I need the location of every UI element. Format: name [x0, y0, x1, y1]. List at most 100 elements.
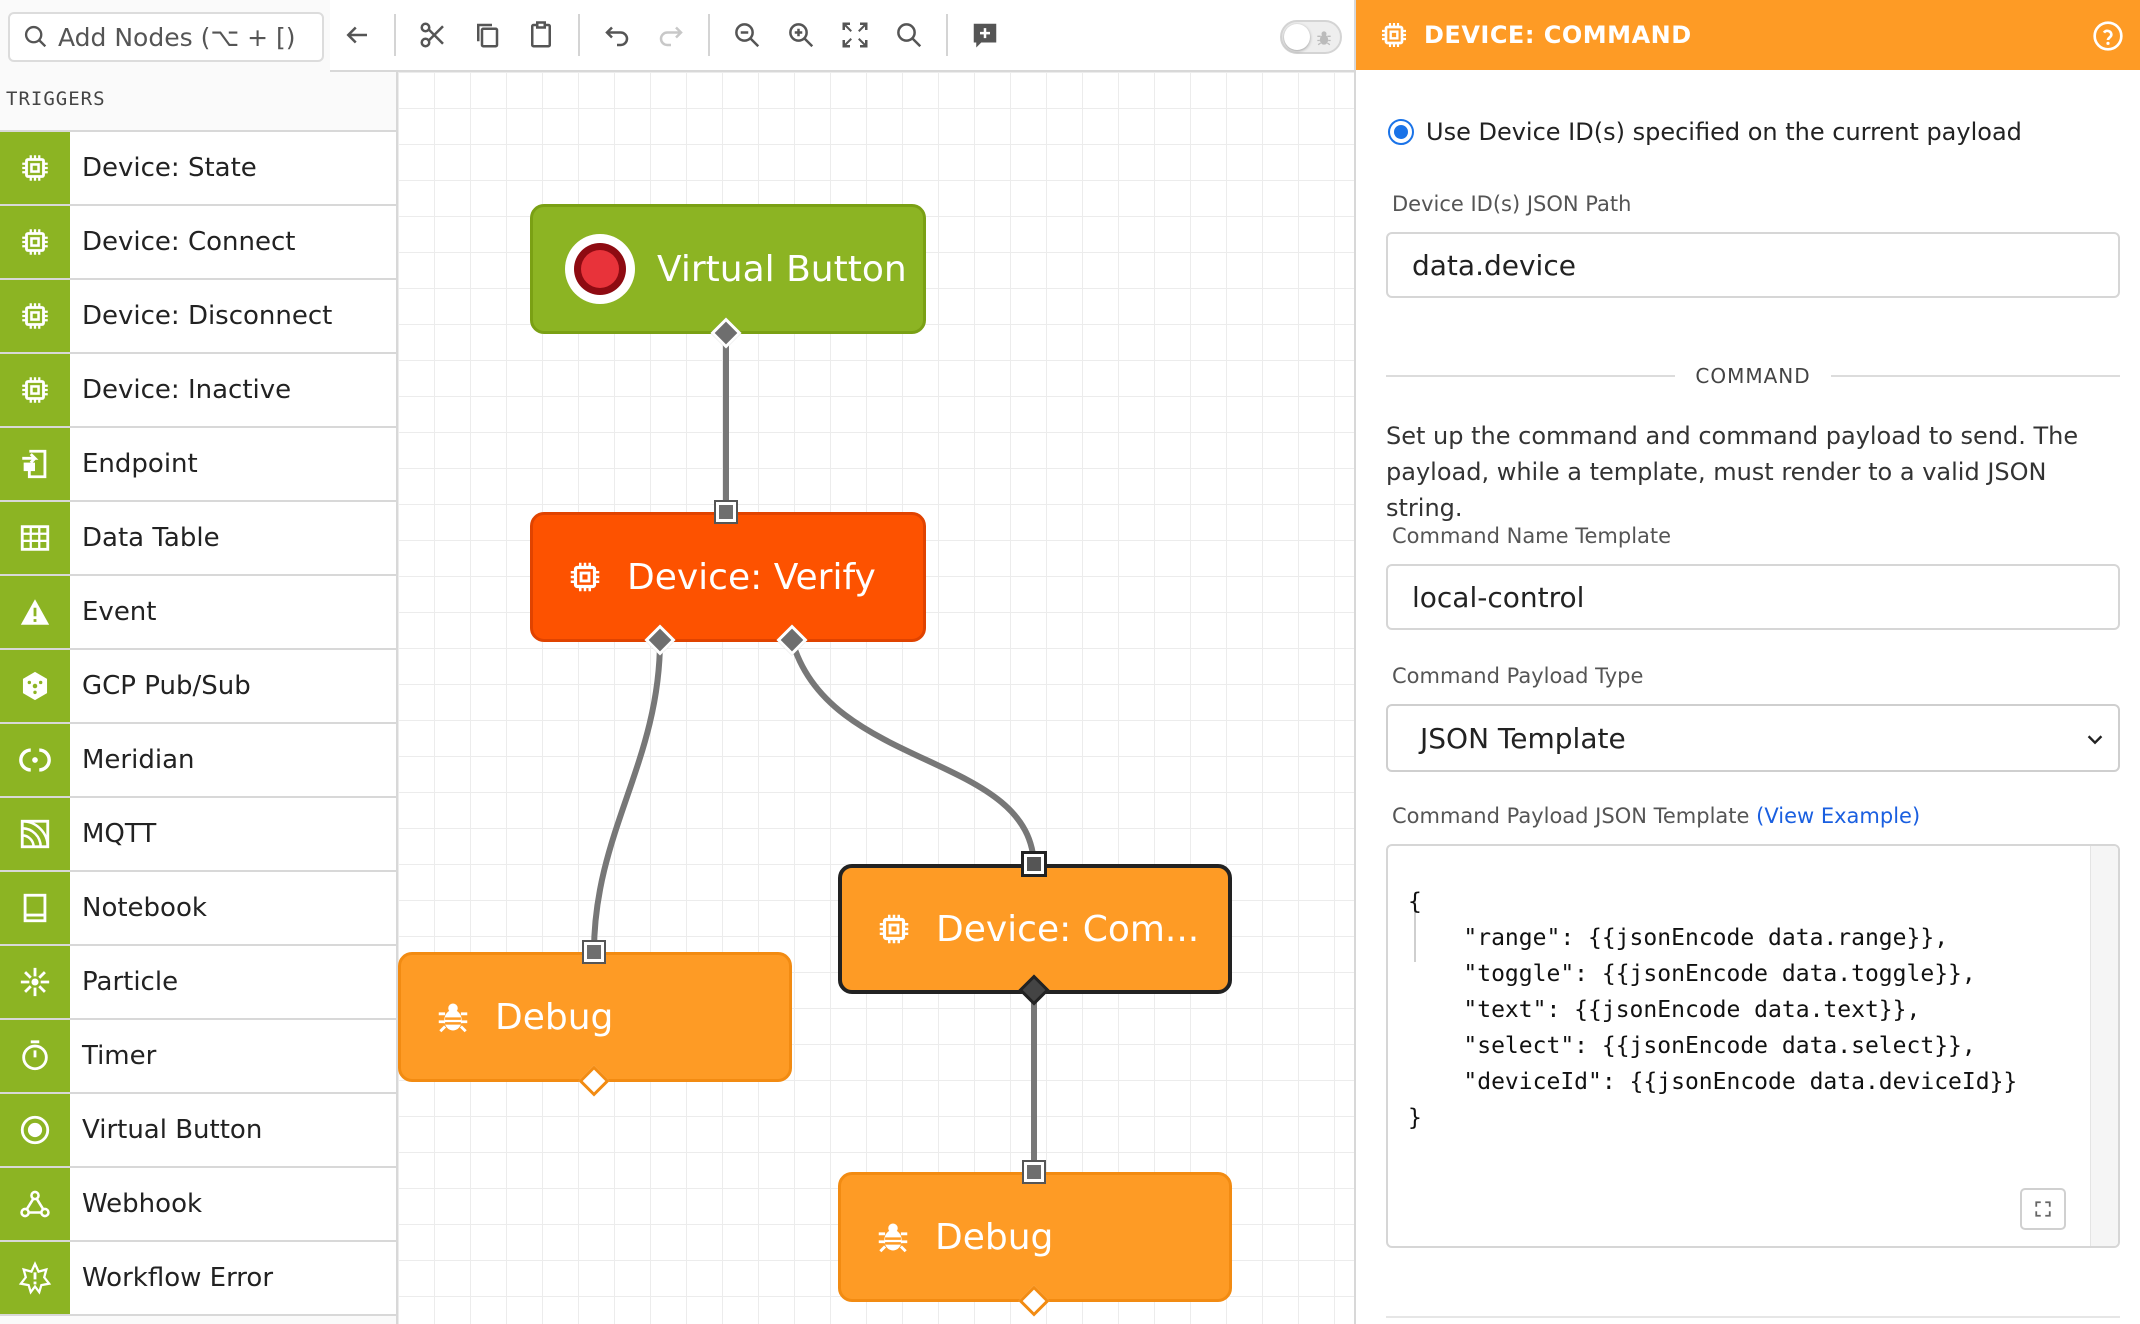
radio-dot: [1394, 125, 1408, 139]
device-path-input[interactable]: [1412, 248, 2092, 282]
chevron-down-icon: [2087, 735, 2103, 745]
bug-icon: [873, 1217, 913, 1257]
palette-item-label: Particle: [82, 967, 179, 997]
magnifier-icon: [897, 23, 922, 48]
divider-line: [1830, 375, 2121, 377]
panel-section-divider: [1386, 1316, 2120, 1318]
search-icon: [24, 25, 47, 48]
help-icon[interactable]: [2092, 20, 2124, 52]
bug-icon: [1317, 31, 1331, 46]
node-device-verify[interactable]: Device: Verify: [530, 512, 926, 642]
add-nodes-search[interactable]: [8, 12, 324, 62]
cut-button[interactable]: [406, 8, 460, 62]
toolbar-divider: [946, 14, 948, 56]
device-chip-icon: [0, 206, 70, 278]
palette-item-label: Timer: [82, 1041, 157, 1071]
arrow-left-icon: [346, 26, 367, 44]
palette-item-virtual-button[interactable]: Virtual Button: [0, 1094, 396, 1168]
particle-icon: [0, 946, 70, 1018]
payload-type-label: Command Payload Type: [1392, 664, 1644, 688]
command-name-label: Command Name Template: [1392, 524, 1672, 548]
panel-title: DEVICE: COMMAND: [1424, 21, 1692, 49]
input-port[interactable]: [584, 942, 604, 962]
palette-item-device-state[interactable]: Device: State: [0, 132, 396, 206]
palette-item-data-table[interactable]: Data Table: [0, 502, 396, 576]
scissors-icon: [420, 22, 444, 48]
copy-icon: [477, 23, 499, 48]
zoom-in-button[interactable]: [774, 8, 828, 62]
palette-section-label: TRIGGERS: [6, 88, 106, 110]
webhook-icon: [0, 1168, 70, 1240]
undo-icon: [605, 26, 629, 47]
palette-item-timer[interactable]: Timer: [0, 1020, 396, 1094]
node-debug-bottom[interactable]: Debug: [838, 1172, 1232, 1302]
node-label: Virtual Button: [657, 248, 907, 290]
mqtt-icon: [0, 798, 70, 870]
palette-item-device-connect[interactable]: Device: Connect: [0, 206, 396, 280]
palette-item-label: Endpoint: [82, 449, 198, 479]
table-icon: [0, 502, 70, 574]
fit-view-button[interactable]: [828, 8, 882, 62]
palette-item-label: Device: State: [82, 153, 257, 183]
palette-item-particle[interactable]: Particle: [0, 946, 396, 1020]
reset-zoom-button[interactable]: [882, 8, 936, 62]
zoom-out-button[interactable]: [720, 8, 774, 62]
endpoint-icon: [0, 428, 70, 500]
node-virtual-button[interactable]: Virtual Button: [530, 204, 926, 334]
input-port[interactable]: [1024, 1162, 1044, 1182]
copy-button[interactable]: [460, 8, 514, 62]
redo-button[interactable]: [644, 8, 698, 62]
palette-item-label: Device: Inactive: [82, 375, 292, 405]
toolbar-divider: [708, 14, 710, 56]
payload-template-editor[interactable]: { "range": {{jsonEncode data.range}}, "t…: [1386, 844, 2120, 1248]
palette-item-gcp-pub-sub[interactable]: GCP Pub/Sub: [0, 650, 396, 724]
node-label: Device: Verify: [627, 556, 876, 598]
payload-type-select[interactable]: JSON Template: [1386, 704, 2120, 772]
payload-template-code[interactable]: { "range": {{jsonEncode data.range}}, "t…: [1408, 884, 2017, 1136]
node-config-panel: DEVICE: COMMAND Use Device ID(s) specifi…: [1354, 0, 2140, 1324]
palette-item-mqtt[interactable]: MQTT: [0, 798, 396, 872]
input-port[interactable]: [1024, 854, 1044, 874]
palette-item-webhook[interactable]: Webhook: [0, 1168, 396, 1242]
section-title: COMMAND: [1695, 364, 1811, 388]
palette-item-label: Data Table: [82, 523, 220, 553]
zoom-in-icon: [789, 23, 814, 48]
palette-item-device-inactive[interactable]: Device: Inactive: [0, 354, 396, 428]
input-port[interactable]: [716, 502, 736, 522]
debug-toggle[interactable]: [1280, 20, 1342, 54]
workflow-canvas[interactable]: Virtual Button Device: Verify Debug Devi…: [398, 72, 1354, 1324]
virtual-button-icon: [0, 1094, 70, 1166]
command-name-field[interactable]: [1386, 564, 2120, 630]
editor-scrollbar[interactable]: [2090, 846, 2118, 1246]
paste-button[interactable]: [514, 8, 568, 62]
meridian-icon: [0, 724, 70, 796]
palette-item-meridian[interactable]: Meridian: [0, 724, 396, 798]
command-name-input[interactable]: [1412, 580, 2092, 614]
palette-item-event[interactable]: Event: [0, 576, 396, 650]
radio-button-selected[interactable]: [1388, 119, 1414, 145]
palette-item-device-disconnect[interactable]: Device: Disconnect: [0, 280, 396, 354]
node-label: Debug: [495, 996, 614, 1038]
wire-verify-to-command: [789, 639, 1037, 869]
undo-button[interactable]: [590, 8, 644, 62]
device-path-field[interactable]: [1386, 232, 2120, 298]
device-source-radio[interactable]: Use Device ID(s) specified on the curren…: [1388, 118, 2022, 146]
palette-item-workflow-error[interactable]: Workflow Error: [0, 1242, 396, 1316]
view-example-link[interactable]: (View Example): [1756, 804, 1920, 828]
node-debug-left[interactable]: Debug: [398, 952, 792, 1082]
palette-item-endpoint[interactable]: Endpoint: [0, 428, 396, 502]
expand-editor-button[interactable]: [2020, 1188, 2066, 1230]
device-chip-icon: [874, 909, 914, 949]
palette-item-label: MQTT: [82, 819, 157, 849]
palette-item-label: Virtual Button: [82, 1115, 263, 1145]
palette-item-notebook[interactable]: Notebook: [0, 872, 396, 946]
node-palette: TRIGGERS Device: StateDevice: ConnectDev…: [0, 0, 398, 1324]
add-node-button[interactable]: [958, 8, 1012, 62]
palette-item-label: Workflow Error: [82, 1263, 274, 1293]
toggle-knob: [1284, 24, 1310, 50]
bug-icon: [433, 997, 473, 1037]
expand-icon: [2035, 1201, 2051, 1217]
device-chip-icon: [0, 280, 70, 352]
add-nodes-input[interactable]: [58, 22, 318, 52]
back-button[interactable]: [330, 8, 384, 62]
